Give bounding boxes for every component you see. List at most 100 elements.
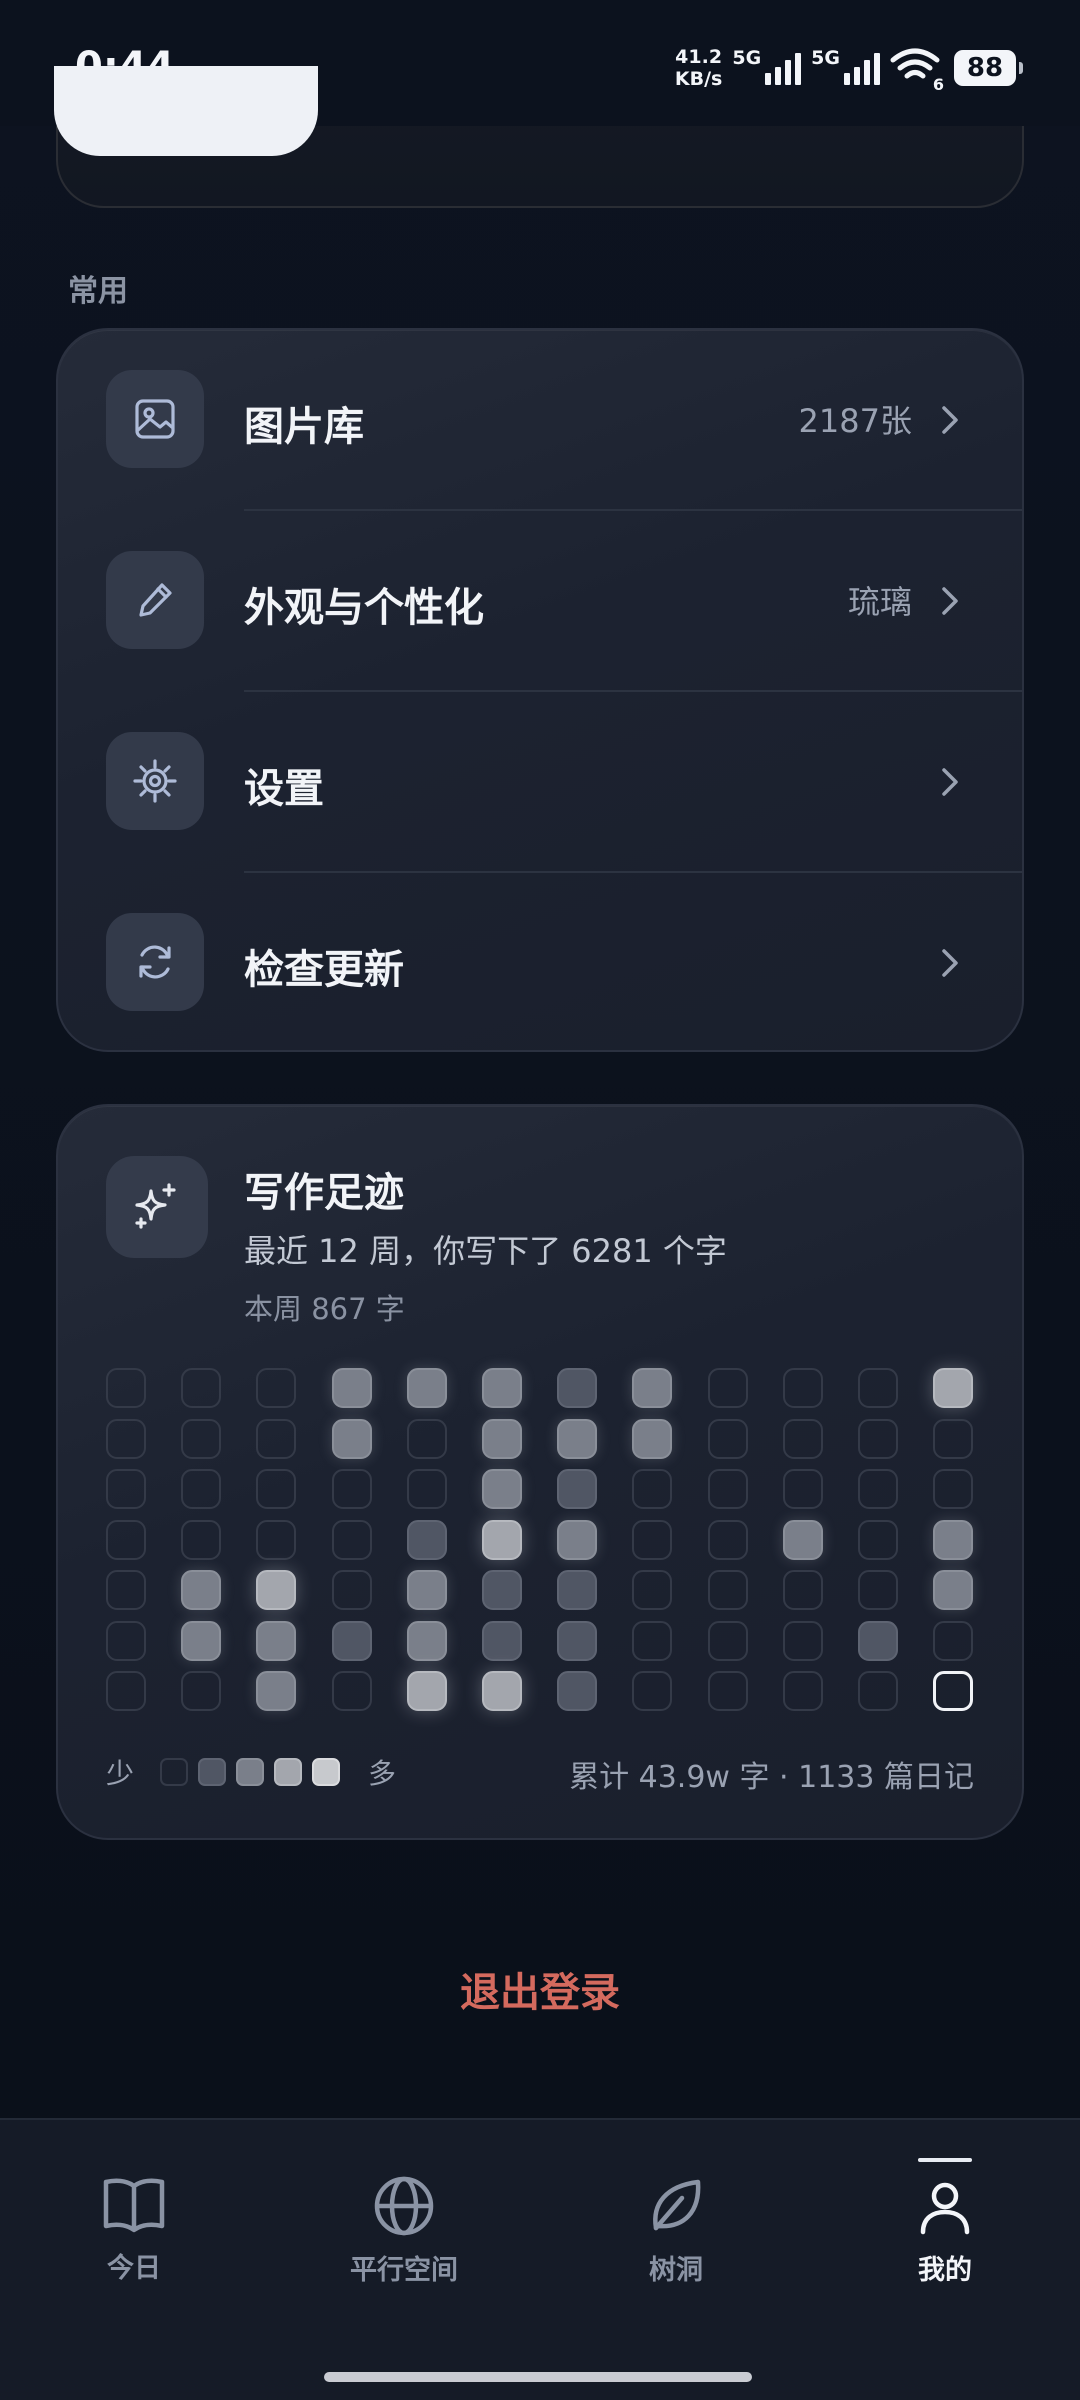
nav-tab-tree-hole[interactable]: 树洞 bbox=[576, 2174, 776, 2287]
heatmap-cell-today bbox=[933, 1671, 974, 1711]
home-indicator[interactable] bbox=[324, 2372, 752, 2382]
heatmap-cell bbox=[331, 1368, 372, 1408]
logout-button[interactable]: 退出登录 bbox=[0, 1960, 1080, 2018]
heatmap-cell bbox=[106, 1671, 146, 1711]
heatmap-cell bbox=[256, 1519, 297, 1560]
menu-item-appearance[interactable]: 外观与个性化 琉璃 bbox=[58, 511, 1022, 692]
heatmap-cell bbox=[406, 1671, 447, 1711]
heatmap-cell bbox=[406, 1469, 447, 1509]
heatmap-cell bbox=[632, 1570, 673, 1610]
heatmap-cell bbox=[331, 1671, 372, 1711]
menu-item-settings[interactable]: 设置 bbox=[58, 692, 1022, 873]
heatmap-cell bbox=[707, 1368, 748, 1408]
nav-tab-today[interactable]: 今日 bbox=[34, 2174, 234, 2285]
heatmap-cell bbox=[482, 1671, 522, 1711]
leaf-icon bbox=[653, 2179, 701, 2231]
brush-icon bbox=[106, 551, 204, 649]
heatmap-cell bbox=[707, 1671, 748, 1711]
chevron-right-icon bbox=[942, 949, 958, 977]
signal-bars-icon bbox=[844, 51, 880, 85]
menu-item-label: 外观与个性化 bbox=[244, 585, 484, 631]
heatmap-cell bbox=[557, 1418, 598, 1459]
heatmap-cell bbox=[858, 1671, 898, 1711]
heatmap-cell bbox=[106, 1368, 146, 1408]
heatmap-cell bbox=[782, 1620, 823, 1661]
signal-bars-icon bbox=[765, 51, 802, 85]
heatmap-cell bbox=[933, 1519, 974, 1560]
heatmap-cell bbox=[933, 1368, 974, 1408]
nav-tab-parallel-space[interactable]: 平行空间 bbox=[304, 2174, 504, 2287]
heatmap-cell bbox=[933, 1418, 974, 1459]
heatmap-cell bbox=[557, 1671, 598, 1711]
menu-item-value: 琉璃 bbox=[847, 583, 912, 621]
heatmap-cell bbox=[858, 1519, 898, 1560]
heatmap-cell bbox=[782, 1519, 823, 1560]
heatmap-cell bbox=[782, 1418, 823, 1459]
section-label-common: 常用 bbox=[68, 274, 128, 309]
profile-action-button[interactable] bbox=[54, 66, 318, 156]
heatmap-cell bbox=[181, 1671, 222, 1711]
heatmap-cell bbox=[482, 1620, 522, 1661]
heatmap-cell bbox=[106, 1570, 146, 1610]
writing-title: 写作足迹 bbox=[244, 1170, 404, 1216]
network-speed-value: 41.2 bbox=[675, 46, 723, 68]
sim2-label: 5G bbox=[811, 47, 840, 69]
writing-total: 累计 43.9w 字 · 1133 篇日记 bbox=[569, 1760, 974, 1795]
common-menu-card: 图片库 2187张 外观与个性化 琉璃 设置 检查更新 bbox=[56, 328, 1024, 1052]
heatmap-cell bbox=[106, 1519, 146, 1560]
heatmap-cell bbox=[557, 1469, 598, 1509]
heatmap-cell bbox=[181, 1418, 222, 1459]
heatmap-cell bbox=[256, 1469, 297, 1509]
menu-item-gallery[interactable]: 图片库 2187张 bbox=[58, 330, 1022, 511]
heatmap-cell bbox=[632, 1418, 673, 1459]
heatmap-legend: 少 多 bbox=[106, 1752, 396, 1792]
heatmap-cell bbox=[707, 1620, 748, 1661]
heatmap-cell bbox=[858, 1368, 898, 1408]
heatmap-cell bbox=[256, 1368, 297, 1408]
heatmap-cell bbox=[406, 1570, 447, 1610]
wifi-icon: 6 bbox=[890, 48, 944, 94]
heatmap-cell bbox=[331, 1418, 372, 1459]
writing-footprint-card[interactable]: 写作足迹 最近 12 周，你写下了 6281 个字 本周 867 字 少 多 累… bbox=[56, 1104, 1024, 1840]
heatmap-cell bbox=[181, 1570, 222, 1610]
profile-page: 0:44 41.2 KB/s 5G 5G bbox=[0, 0, 1080, 2400]
heatmap-cell bbox=[482, 1368, 522, 1408]
heatmap-cell bbox=[482, 1519, 522, 1560]
user-icon bbox=[920, 2182, 970, 2235]
bottom-nav: 今日 平行空间 树洞 我的 bbox=[0, 2118, 1080, 2400]
heatmap-cell bbox=[181, 1620, 222, 1661]
status-indicators: 41.2 KB/s 5G 5G 6 88 bbox=[675, 44, 1023, 94]
menu-item-check-update[interactable]: 检查更新 bbox=[58, 873, 1022, 1054]
heatmap-cell bbox=[331, 1620, 372, 1661]
nav-label: 树洞 bbox=[649, 2255, 703, 2286]
sparkle-icon bbox=[106, 1156, 208, 1258]
heatmap-cell bbox=[632, 1519, 673, 1560]
heatmap-cell bbox=[632, 1620, 673, 1661]
heatmap-cell bbox=[181, 1519, 222, 1560]
menu-item-value: 2187张 bbox=[798, 402, 912, 440]
heatmap-cell bbox=[256, 1570, 297, 1610]
heatmap-cell bbox=[331, 1570, 372, 1610]
heatmap-cell bbox=[406, 1418, 447, 1459]
chevron-right-icon bbox=[942, 406, 958, 434]
heatmap-cell bbox=[331, 1519, 372, 1560]
gear-icon bbox=[106, 732, 204, 830]
nav-tab-mine[interactable]: 我的 bbox=[845, 2174, 1045, 2287]
heatmap-cell bbox=[933, 1620, 974, 1661]
battery-indicator: 88 bbox=[954, 50, 1023, 86]
nav-label: 平行空间 bbox=[350, 2255, 458, 2286]
menu-item-label: 图片库 bbox=[244, 404, 364, 450]
heatmap-cell bbox=[106, 1469, 146, 1509]
heatmap-cell bbox=[256, 1418, 297, 1459]
heatmap-cell bbox=[106, 1418, 146, 1459]
heatmap-cell bbox=[557, 1368, 598, 1408]
heatmap-cell bbox=[482, 1570, 522, 1610]
heatmap-cell bbox=[406, 1519, 447, 1560]
menu-item-label: 检查更新 bbox=[244, 947, 404, 993]
chevron-right-icon bbox=[942, 587, 958, 615]
menu-item-label: 设置 bbox=[244, 766, 324, 812]
legend-swatch-0 bbox=[160, 1758, 189, 1786]
heatmap-cell bbox=[632, 1671, 673, 1711]
heatmap-cell bbox=[632, 1469, 673, 1509]
heatmap-cell bbox=[406, 1620, 447, 1661]
